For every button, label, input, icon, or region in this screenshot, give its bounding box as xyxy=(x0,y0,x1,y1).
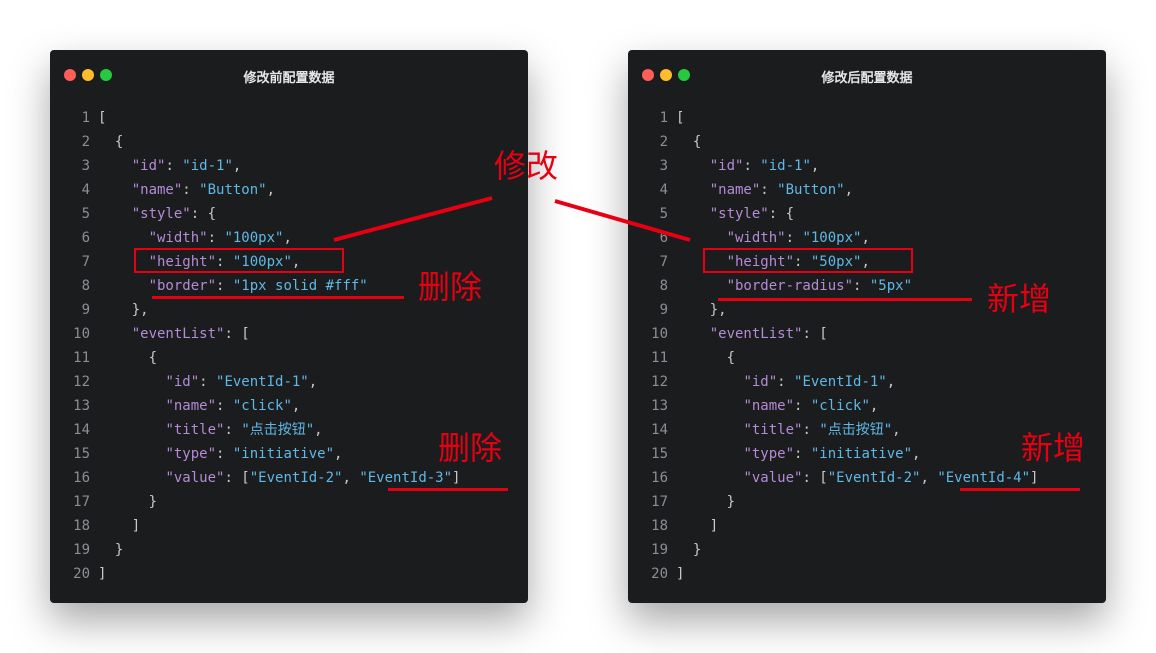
annotation-add-eventid: 新增 xyxy=(1021,429,1086,467)
annotation-delete-eventid: 删除 xyxy=(438,429,503,467)
annotation-delete-border: 删除 xyxy=(418,268,483,306)
modify-connector-lines xyxy=(333,196,691,242)
annotation-add-border-radius: 新增 xyxy=(987,280,1052,318)
annotation-modify: 修改 xyxy=(494,147,559,185)
